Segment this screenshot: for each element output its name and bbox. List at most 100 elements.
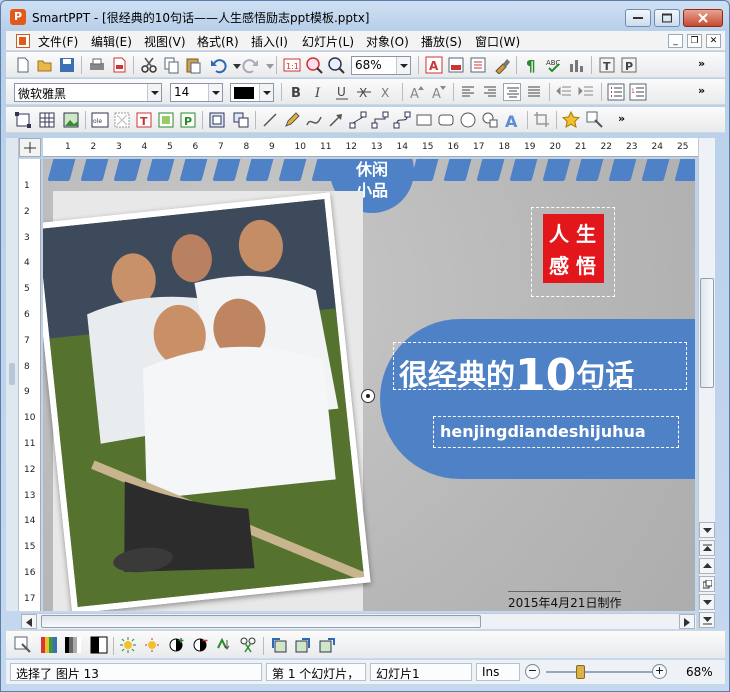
minimize-button[interactable]	[625, 9, 651, 27]
picture-placeholder-icon[interactable]: P	[179, 111, 197, 129]
increase-font-icon[interactable]: A	[408, 83, 426, 102]
object-tools-icon[interactable]	[586, 111, 604, 129]
doc-minimize-icon[interactable]: _	[668, 34, 683, 48]
chart-icon[interactable]	[567, 56, 585, 74]
star-effect-icon[interactable]	[561, 110, 581, 129]
pencil-icon[interactable]	[283, 111, 301, 129]
line-icon[interactable]	[261, 111, 279, 129]
life-insight-stamp[interactable]: 人 生 感 悟	[543, 214, 604, 283]
font-size-select[interactable]: 14	[170, 83, 223, 102]
select-frame-icon[interactable]	[14, 111, 32, 129]
next-slide-icon[interactable]	[699, 594, 715, 610]
crop-icon[interactable]	[533, 111, 551, 129]
slide-panel-collapsed[interactable]	[6, 138, 19, 611]
strikethrough-icon[interactable]: X	[355, 83, 373, 101]
toolbar-overflow-icon[interactable]: »	[698, 84, 705, 97]
curve-icon[interactable]	[305, 111, 323, 129]
print-icon[interactable]	[88, 56, 106, 74]
list-object-icon[interactable]	[469, 56, 487, 74]
vertical-ruler[interactable]: 1 2 3 4 5 6 7 8 9 10 11 12 13 14 15 16 17	[19, 159, 41, 611]
toolbar-overflow-icon[interactable]: »	[698, 57, 705, 70]
shapes-icon[interactable]	[481, 111, 499, 129]
menu-format[interactable]: 格式(R)	[197, 33, 239, 50]
horizontal-ruler[interactable]: 1 2 3 4 5 6 7 8 9 10 11 12 13 14 15 16 17 18 19 20 21 22 23 24 2…	[43, 138, 698, 157]
cut-icon[interactable]	[140, 56, 158, 74]
bulleted-list-icon[interactable]	[607, 83, 625, 101]
actual-size-icon[interactable]: 1:1	[283, 56, 301, 74]
zoom-area-icon[interactable]	[305, 56, 323, 74]
curved-connector-icon[interactable]	[393, 111, 411, 129]
redo-icon[interactable]	[242, 56, 260, 74]
menu-file[interactable]: 文件(F)	[38, 33, 78, 50]
contrast-up-icon[interactable]	[167, 636, 185, 654]
indent-decrease-icon[interactable]	[555, 83, 573, 101]
crop-picture-icon[interactable]	[239, 636, 257, 654]
menu-object[interactable]: 对象(O)	[366, 33, 409, 50]
new-file-icon[interactable]	[14, 56, 32, 74]
maximize-button[interactable]	[654, 9, 680, 27]
horizontal-scroll-thumb[interactable]	[41, 615, 481, 628]
arrow-icon[interactable]	[327, 111, 345, 129]
doc-restore-icon[interactable]: ❐	[687, 34, 702, 48]
slide-canvas[interactable]: 休闲 小品 人 生 感 悟 很经典的10句话 henjingdiandeshij…	[43, 159, 695, 611]
pane-grip-handle[interactable]	[9, 363, 15, 385]
rotation-anchor-icon[interactable]	[361, 389, 375, 403]
rounded-rectangle-icon[interactable]	[437, 111, 455, 129]
text-frame-t-icon[interactable]: T	[598, 56, 616, 74]
font-color-select[interactable]	[230, 83, 274, 102]
tug-of-war-photo[interactable]	[43, 192, 371, 611]
brightness-up-icon[interactable]	[119, 636, 137, 654]
menu-slide[interactable]: 幻灯片(L)	[302, 33, 354, 50]
grayscale-icon[interactable]	[64, 636, 82, 654]
horizontal-scrollbar[interactable]	[21, 613, 696, 629]
copy-icon[interactable]	[162, 56, 180, 74]
clear-format-icon[interactable]: X	[377, 83, 395, 101]
first-slide-icon[interactable]	[699, 540, 715, 556]
menu-insert[interactable]: 插入(I)	[251, 33, 288, 50]
zoom-slider-track[interactable]	[546, 671, 656, 673]
align-left-icon[interactable]	[459, 83, 477, 101]
text-a-icon[interactable]: A	[425, 56, 443, 74]
flip-picture-icon[interactable]	[318, 636, 336, 654]
rectangle-icon[interactable]	[415, 111, 433, 129]
date-credit[interactable]: 2015年4月21日制作	[508, 591, 622, 611]
last-slide-icon[interactable]	[699, 612, 715, 628]
ellipse-icon[interactable]	[459, 111, 477, 129]
redo-dropdown-icon[interactable]	[261, 56, 274, 74]
paste-icon[interactable]	[184, 56, 202, 74]
menu-view[interactable]: 视图(V)	[144, 33, 186, 50]
spellcheck-icon[interactable]: ABC	[545, 56, 563, 74]
picture-box-icon[interactable]	[157, 111, 175, 129]
scroll-right-arrow-icon[interactable]	[679, 614, 695, 629]
reset-picture-icon[interactable]	[215, 636, 233, 654]
group-icon[interactable]	[208, 111, 226, 129]
contrast-down-icon[interactable]	[191, 636, 209, 654]
zoom-select[interactable]: 68%	[351, 56, 411, 75]
ruler-corner[interactable]	[19, 138, 41, 157]
color-mode-icon[interactable]	[40, 636, 58, 654]
vertical-scroll-thumb[interactable]	[700, 278, 714, 388]
elbow-connector-icon[interactable]	[371, 111, 389, 129]
zoom-out-icon[interactable]: −	[525, 664, 540, 679]
picture-tools-icon[interactable]	[14, 636, 32, 654]
close-button[interactable]	[683, 9, 723, 27]
document-icon[interactable]	[16, 34, 30, 48]
ole-object-icon[interactable]: ole	[91, 111, 109, 129]
zoom-icon[interactable]	[327, 56, 345, 74]
wordart-icon[interactable]: A	[503, 111, 521, 131]
align-center-icon[interactable]	[503, 83, 521, 101]
insert-picture-icon[interactable]	[62, 111, 80, 129]
align-right-icon[interactable]	[481, 83, 499, 101]
scroll-down-arrow-icon[interactable]	[699, 522, 715, 538]
export-pdf-icon[interactable]	[110, 56, 128, 74]
italic-icon[interactable]: I	[309, 83, 327, 101]
menu-window[interactable]: 窗口(W)	[475, 33, 520, 50]
menu-play[interactable]: 播放(S)	[421, 33, 462, 50]
format-painter-icon[interactable]	[493, 56, 511, 75]
table-icon[interactable]	[38, 111, 56, 129]
brightness-down-icon[interactable]	[143, 636, 161, 654]
bold-icon[interactable]: B	[287, 83, 305, 101]
doc-close-icon[interactable]: ✕	[706, 34, 721, 48]
undo-icon[interactable]	[209, 56, 227, 74]
zoom-in-icon[interactable]: +	[652, 664, 667, 679]
